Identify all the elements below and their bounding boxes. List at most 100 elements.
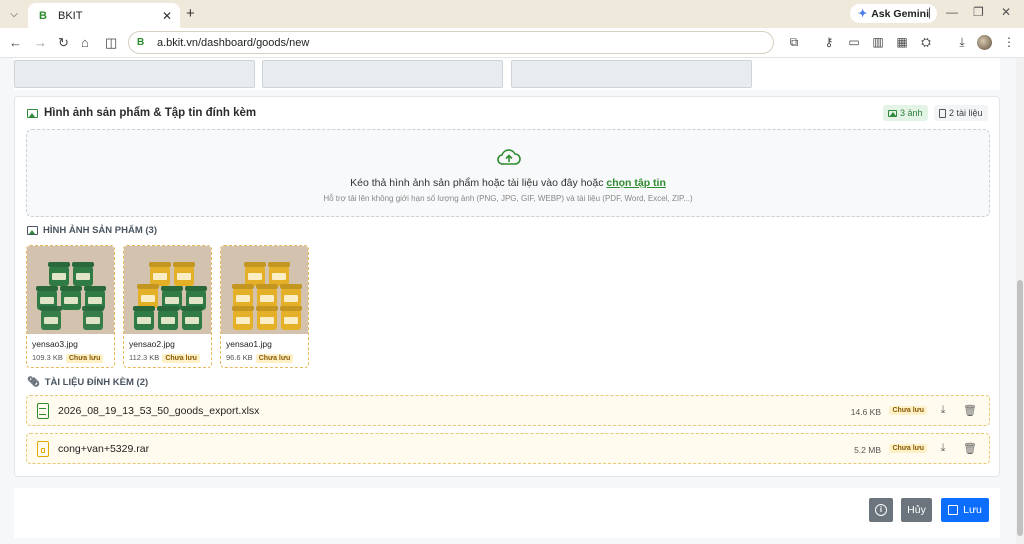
profile-avatar[interactable]	[977, 35, 992, 50]
images-heading-text: HÌNH ẢNH SẢN PHẨM (3)	[43, 225, 157, 236]
image-size: 112.3 KB	[129, 353, 160, 362]
docs-count-text: 2 tài liệu	[949, 108, 983, 118]
file-size: 14.6 KB	[850, 407, 881, 417]
scrollbar-thumb[interactable]	[1017, 280, 1023, 536]
docs-heading: 📎︎ TÀI LIỆU ĐÍNH KÈM (2)	[27, 377, 148, 388]
unsaved-badge: Chưa lưu	[889, 406, 927, 415]
home-icon[interactable]: ⌂	[81, 35, 89, 51]
image-icon	[27, 108, 38, 118]
product-image	[221, 246, 308, 334]
minimize-icon[interactable]: —	[946, 5, 958, 19]
tab-title: BKIT	[58, 9, 83, 22]
grid-icon[interactable]: ▦	[895, 36, 909, 49]
save-button[interactable]: Lưu	[941, 498, 989, 522]
cloud-upload-icon	[497, 149, 521, 165]
close-window-icon[interactable]: ✕	[1001, 5, 1011, 19]
product-image	[124, 246, 211, 334]
trash-icon[interactable]: 🗑︎	[963, 442, 977, 455]
file-size: 5.2 MB	[854, 445, 881, 455]
image-filename: yensao3.jpg	[32, 339, 78, 349]
disabled-field	[511, 60, 752, 88]
disabled-field	[14, 60, 255, 88]
trash-icon[interactable]: 🗑︎	[963, 404, 977, 417]
new-tab-icon[interactable]: +	[186, 5, 195, 22]
password-key-icon[interactable]: ⚷	[822, 36, 836, 49]
kebab-menu-icon[interactable]: ⋮	[1002, 36, 1016, 49]
unsaved-badge: Chưa lưu	[65, 354, 104, 363]
browser-tab[interactable]: B BKIT ✕	[28, 3, 180, 28]
archive-file-icon	[37, 441, 49, 457]
image-size: 96.6 KB	[226, 353, 253, 362]
cancel-label: Hủy	[907, 504, 926, 516]
excel-file-icon	[37, 403, 49, 419]
reload-icon[interactable]: ↻	[58, 35, 69, 51]
image-icon	[888, 109, 897, 117]
side-panel-icon[interactable]: ◫	[105, 35, 117, 51]
dropzone-hint: Hỗ trợ tải lên không giới hạn số lượng ả…	[323, 194, 693, 203]
browser-toolbar: ← → ↻ ⌂ ◫ B a.bkit.vn/dashboard/goods/ne…	[0, 28, 1024, 58]
download-icon[interactable]: ⤓	[955, 36, 969, 49]
images-count-text: 3 ảnh	[900, 108, 923, 118]
close-tab-icon[interactable]: ✕	[162, 9, 172, 23]
address-bar[interactable]: B a.bkit.vn/dashboard/goods/new	[128, 31, 774, 54]
download-icon[interactable]: ⤓	[937, 442, 949, 455]
product-image	[27, 246, 114, 334]
image-card[interactable]: yensao3.jpg 109.3 KB Chưa lưu	[26, 245, 115, 368]
gemini-sparkle-icon: ✦	[858, 8, 868, 20]
forward-arrow-icon[interactable]: →	[34, 35, 47, 51]
dropzone-instruction: Kéo thả hình ảnh sản phẩm hoặc tài liệu …	[27, 177, 989, 189]
section-title-text: Hình ảnh sản phẩm & Tập tin đính kèm	[44, 107, 257, 119]
file-dropzone[interactable]: Kéo thả hình ảnh sản phẩm hoặc tài liệu …	[26, 129, 990, 217]
previous-section-card	[14, 58, 1000, 90]
dropzone-text: Kéo thả hình ảnh sản phẩm hoặc tài liệu …	[350, 177, 604, 189]
page-content: Hình ảnh sản phẩm & Tập tin đính kèm 3 ả…	[0, 58, 1016, 544]
browser-tab-bar: ⌵ B BKIT ✕ + ✦ Ask Gemini | — ❐ ✕	[0, 0, 1024, 28]
url-text[interactable]: a.bkit.vn/dashboard/goods/new	[157, 37, 309, 49]
docs-heading-text: TÀI LIỆU ĐÍNH KÈM (2)	[44, 377, 149, 388]
unsaved-badge: Chưa lưu	[162, 354, 200, 363]
site-info-icon[interactable]: B	[137, 37, 149, 49]
image-meta: 109.3 KB Chưa lưu	[32, 353, 104, 363]
attachments-card: Hình ảnh sản phẩm & Tập tin đính kèm 3 ả…	[14, 96, 1000, 477]
file-name: 2026_08_19_13_53_50_goods_export.xlsx	[58, 405, 260, 417]
card-icon[interactable]: ▭	[847, 36, 861, 49]
images-heading: HÌNH ẢNH SẢN PHẨM (3)	[27, 225, 157, 236]
file-name: cong+van+5329.rar	[58, 443, 150, 455]
unsaved-badge: Chưa lưu	[889, 444, 927, 453]
cancel-button[interactable]: Hủy	[901, 498, 932, 522]
translate-icon[interactable]: ⛭	[919, 36, 933, 49]
document-icon	[939, 108, 946, 118]
tab-search-chevron-icon[interactable]: ⌵	[5, 5, 23, 23]
docs-count-badge: 2 tài liệu	[934, 105, 988, 121]
image-icon	[27, 226, 38, 235]
images-count-badge: 3 ảnh	[883, 105, 928, 121]
extensions-icon[interactable]: ⧉	[787, 36, 801, 49]
back-arrow-icon[interactable]: ←	[9, 35, 22, 51]
download-icon[interactable]: ⤓	[937, 404, 949, 417]
image-meta: 112.3 KB Chưa lưu	[129, 353, 200, 363]
paperclip-icon: 📎︎	[27, 377, 40, 388]
save-label: Lưu	[963, 504, 982, 516]
info-icon: i	[875, 504, 887, 516]
disabled-field	[262, 60, 503, 88]
page-scrollbar[interactable]	[1016, 58, 1024, 544]
maximize-icon[interactable]: ❐	[973, 5, 984, 19]
choose-file-link[interactable]: chọn tập tin	[606, 177, 666, 189]
unsaved-badge: Chưa lưu	[255, 354, 294, 363]
reading-mode-icon[interactable]: ▥	[871, 36, 885, 49]
section-title: Hình ảnh sản phẩm & Tập tin đính kèm	[27, 107, 256, 119]
floppy-disk-icon	[948, 505, 959, 515]
image-filename: yensao1.jpg	[226, 339, 272, 349]
image-card[interactable]: yensao1.jpg 96.6 KB Chưa lưu	[220, 245, 309, 368]
file-row[interactable]: 2026_08_19_13_53_50_goods_export.xlsx 14…	[26, 395, 990, 426]
info-button[interactable]: i	[869, 498, 893, 522]
image-filename: yensao2.jpg	[129, 339, 175, 349]
favicon-icon: B	[36, 8, 50, 23]
form-footer: i Hủy Lưu	[14, 488, 1000, 538]
image-size: 109.3 KB	[32, 353, 63, 362]
separator: |	[928, 5, 932, 19]
file-row[interactable]: cong+van+5329.rar 5.2 MB Chưa lưu ⤓ 🗑︎	[26, 433, 990, 464]
ask-gemini-button[interactable]: ✦ Ask Gemini	[850, 4, 937, 23]
image-card[interactable]: yensao2.jpg 112.3 KB Chưa lưu	[123, 245, 212, 368]
image-meta: 96.6 KB Chưa lưu	[226, 353, 294, 363]
